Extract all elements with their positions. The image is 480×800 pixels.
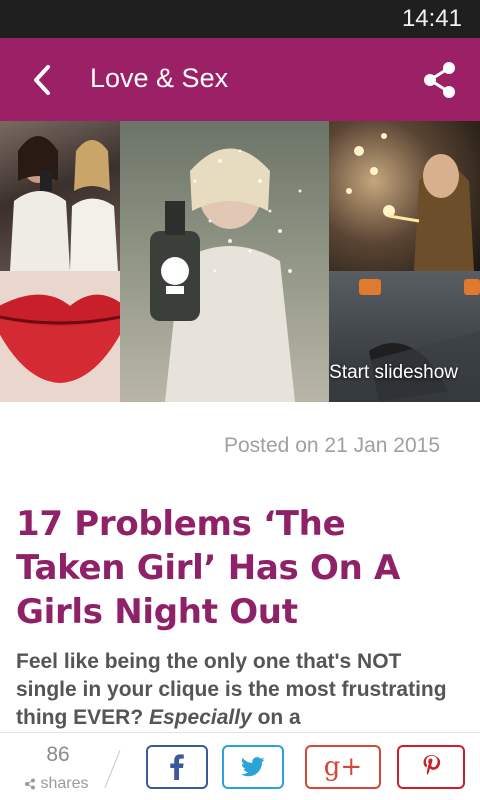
google-plus-share-button[interactable]: g+ xyxy=(305,745,381,789)
facebook-icon xyxy=(170,754,184,780)
share-small-icon xyxy=(25,778,35,790)
share-button[interactable] xyxy=(418,58,462,102)
share-divider xyxy=(104,750,121,788)
pinterest-icon xyxy=(423,755,440,775)
article-intro: Feel like being the only one that's NOT … xyxy=(16,648,466,732)
article-headline: 17 Problems ‘The Taken Girl’ Has On A Gi… xyxy=(16,504,401,632)
collage-image-lips xyxy=(0,271,120,402)
app-bar: Love & Sex xyxy=(0,38,480,121)
share-bar: 86 shares g+ xyxy=(0,732,480,800)
share-label: shares xyxy=(24,775,88,793)
pinterest-share-button[interactable] xyxy=(397,745,465,789)
twitter-icon xyxy=(241,757,265,777)
share-label-text: shares xyxy=(40,775,89,792)
back-arrow-icon xyxy=(34,65,50,95)
twitter-share-button[interactable] xyxy=(222,745,284,789)
google-plus-icon: g+ xyxy=(323,752,363,782)
status-bar: 14:41 xyxy=(0,0,480,38)
collage-image-selfie xyxy=(0,121,120,271)
share-count: 86 xyxy=(46,743,70,766)
posted-date: Posted on 21 Jan 2015 xyxy=(223,434,440,457)
hero-image-collage[interactable]: Start slideshow xyxy=(0,121,480,402)
collage-image-sparkler xyxy=(329,121,480,271)
page-title: Love & Sex xyxy=(90,63,229,93)
share-icon xyxy=(424,62,455,98)
intro-emphasis: Especially xyxy=(149,706,252,729)
collage-image-bottle-glitter xyxy=(120,121,329,402)
start-slideshow-link[interactable]: Start slideshow xyxy=(329,362,458,384)
facebook-share-button[interactable] xyxy=(146,745,208,789)
status-time: 14:41 xyxy=(401,5,462,32)
intro-text-2: on a xyxy=(251,706,301,729)
back-button[interactable] xyxy=(20,58,64,102)
